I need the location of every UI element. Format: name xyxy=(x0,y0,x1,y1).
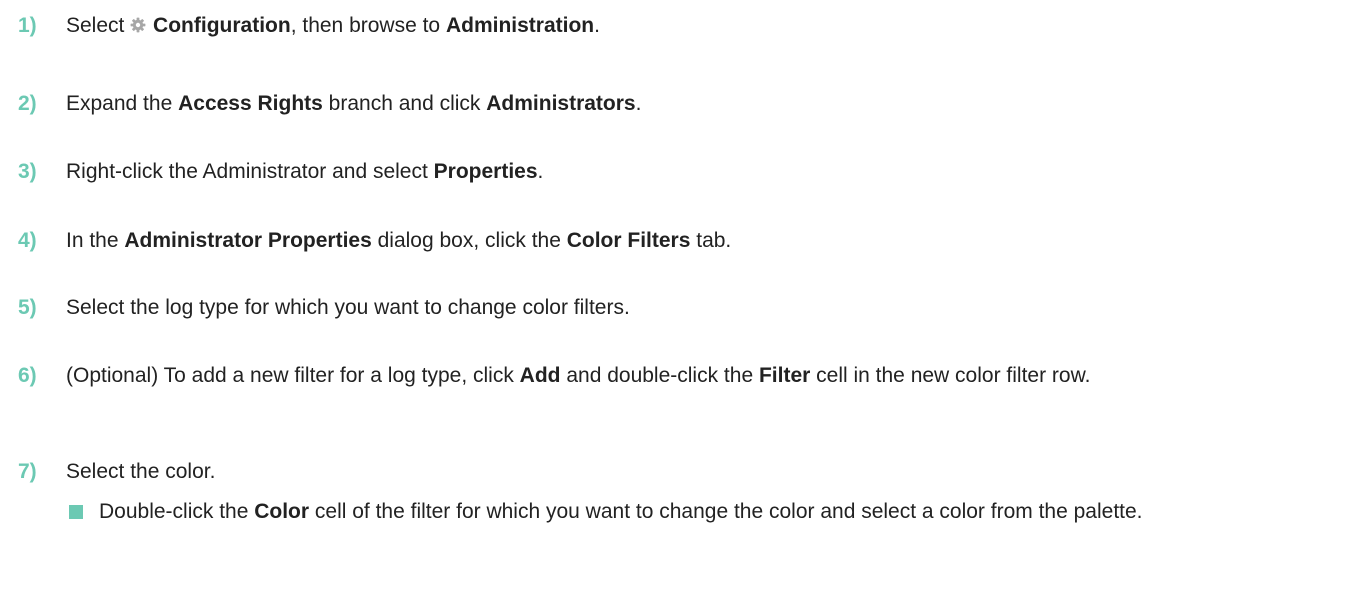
step-text: Right-click the Administrator and select… xyxy=(66,160,544,183)
sub-item-text: Double-click the Color cell of the filte… xyxy=(99,500,1143,523)
step-number: 1) xyxy=(18,14,37,37)
ui-term: Administration xyxy=(445,14,595,37)
ui-term: Configuration xyxy=(153,14,291,37)
step-number: 3) xyxy=(18,160,37,183)
step-number: 2) xyxy=(18,92,37,115)
ui-term: Add xyxy=(519,364,561,387)
step-number: 4) xyxy=(18,229,37,252)
ui-term: Access Rights xyxy=(178,92,323,115)
ui-term: Color xyxy=(254,500,310,523)
step-text: In the Administrator Properties dialog b… xyxy=(66,229,732,252)
step-text: Select Configuration, then browse to Adm… xyxy=(66,13,600,37)
step-text: (Optional) To add a new filter for a log… xyxy=(66,364,1091,387)
step-text: Select the color. xyxy=(66,460,216,483)
gear-icon xyxy=(130,13,146,33)
ui-term: Administrators xyxy=(486,92,636,115)
step-text: Expand the Access Rights branch and clic… xyxy=(66,92,642,115)
ui-term: Administrator Properties xyxy=(124,229,372,252)
step-number: 5) xyxy=(18,296,37,319)
square-bullet-icon xyxy=(69,505,83,519)
step-number: 7) xyxy=(18,460,37,483)
step-text: Select the log type for which you want t… xyxy=(66,296,630,319)
step-number: 6) xyxy=(18,364,37,387)
ui-term: Filter xyxy=(758,364,811,387)
procedure-steps: 1) Select Configuration, then browse to … xyxy=(0,0,1348,596)
ui-term: Properties xyxy=(433,160,538,183)
ui-term: Color Filters xyxy=(566,229,691,252)
